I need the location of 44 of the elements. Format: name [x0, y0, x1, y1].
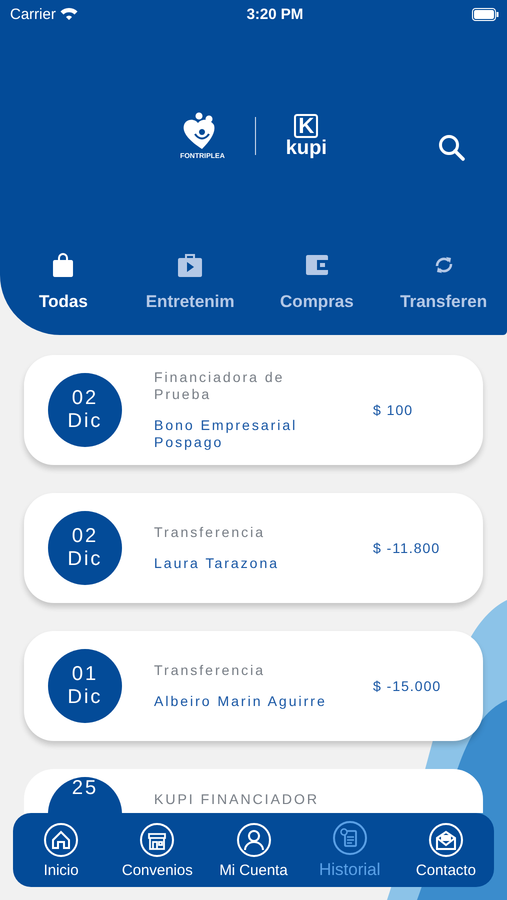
transaction-category: Financiadora de Prueba — [154, 369, 286, 403]
play-case-icon — [177, 253, 204, 277]
date-day: 01 — [72, 663, 98, 686]
nav-item[interactable]: Convenios — [109, 822, 206, 878]
category-tab[interactable]: Todas — [0, 252, 127, 312]
transaction-amount: $ -11.800 — [373, 540, 442, 556]
date-month: Dic — [68, 686, 102, 709]
nav-item[interactable]: Inicio — [13, 822, 110, 878]
transaction-name: Albeiro Marin Aguirre — [154, 693, 328, 710]
date-day: 02 — [72, 387, 98, 410]
store-icon — [139, 822, 176, 858]
transaction-name: Bono Empresarial Pospago — [154, 417, 298, 451]
nav-item[interactable]: Contacto — [398, 822, 494, 878]
transaction-category: Transferencia — [154, 524, 266, 541]
category-tab[interactable]: Compras — [254, 252, 380, 312]
home-icon — [43, 822, 80, 858]
date-day: 25 — [72, 777, 98, 800]
user-icon — [236, 822, 272, 858]
shopping-bag-icon — [52, 253, 74, 277]
search-button[interactable] — [437, 133, 467, 163]
category-tab[interactable]: Transferen — [380, 252, 507, 312]
transaction-card[interactable]: 01 Dic Transferencia Albeiro Marin Aguirre $ -15.000 — [24, 631, 483, 741]
transaction-card[interactable]: 02 Dic Financiadora de Prueba Bono Empresarial Pospago $ 100 — [24, 355, 483, 465]
transaction-amount: $ 100 — [373, 402, 414, 418]
carrier-label: Carrier — [10, 6, 56, 22]
transaction-category: KUPI FINANCIADOR — [154, 791, 320, 808]
document-icon — [332, 820, 368, 856]
transaction-card[interactable]: 02 Dic Transferencia Laura Tarazona $ -11.800 — [24, 493, 483, 603]
category-tab[interactable]: Entretenim — [126, 252, 254, 312]
logo-text: kupi — [286, 138, 327, 158]
transaction-name: Laura Tarazona — [154, 555, 280, 572]
nav-item[interactable]: Mi Cuenta — [205, 822, 302, 878]
date-day: 02 — [72, 525, 98, 548]
transaction-amount: $ -15.000 — [373, 678, 442, 694]
transaction-card[interactable]: 25 KUPI FINANCIADOR — [24, 769, 483, 813]
battery-icon — [472, 8, 499, 20]
wifi-icon — [60, 7, 78, 21]
date-month: Dic — [68, 410, 102, 433]
wallet-icon — [304, 254, 329, 276]
status-time: 3:20 PM — [246, 6, 304, 22]
date-month: Dic — [68, 548, 102, 571]
transaction-category: Transferencia — [154, 662, 266, 679]
mail-icon — [428, 822, 464, 858]
logo-mark: K — [294, 114, 318, 138]
